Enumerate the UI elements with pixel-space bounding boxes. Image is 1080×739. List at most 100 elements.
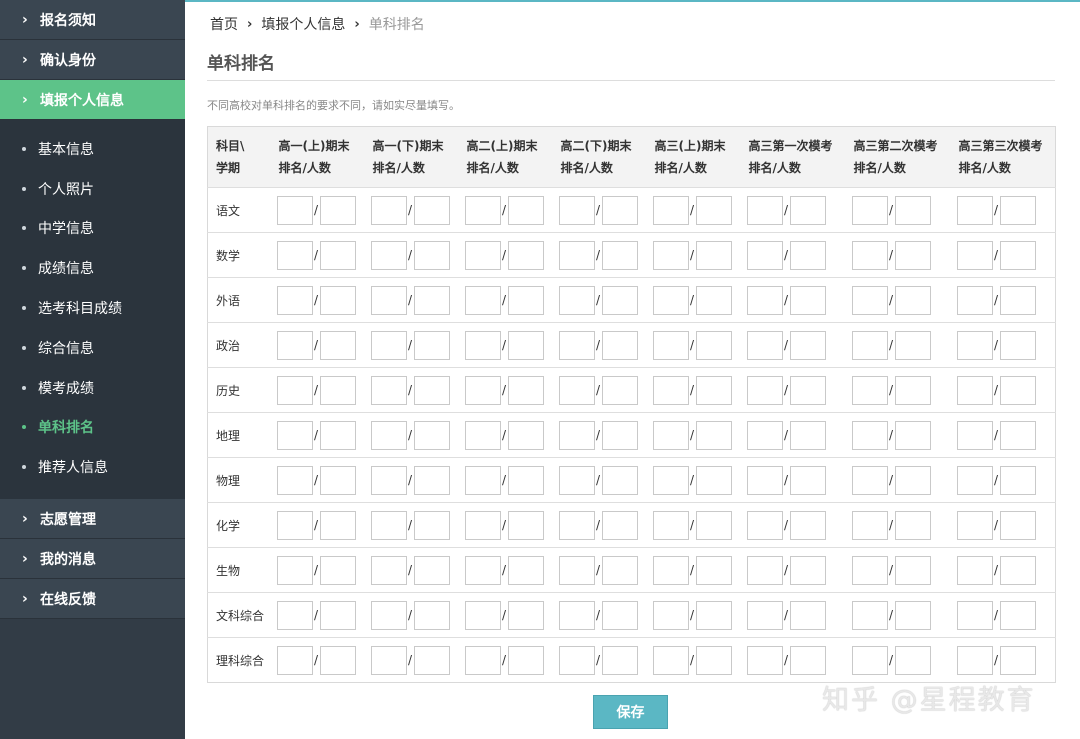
rank-input[interactable] xyxy=(652,420,689,450)
count-input[interactable] xyxy=(999,510,1036,540)
rank-input[interactable] xyxy=(746,555,783,585)
count-input[interactable] xyxy=(999,420,1036,450)
breadcrumb-section[interactable]: 填报个人信息 xyxy=(261,14,345,34)
count-input[interactable] xyxy=(999,330,1036,360)
count-input[interactable] xyxy=(999,240,1036,270)
rank-input[interactable] xyxy=(464,240,501,270)
rank-input[interactable] xyxy=(276,285,313,315)
count-input[interactable] xyxy=(319,465,356,495)
count-input[interactable] xyxy=(695,510,732,540)
rank-input[interactable] xyxy=(652,195,689,225)
count-input[interactable] xyxy=(413,330,450,360)
rank-input[interactable] xyxy=(956,330,993,360)
rank-input[interactable] xyxy=(746,195,783,225)
count-input[interactable] xyxy=(507,375,544,405)
count-input[interactable] xyxy=(319,195,356,225)
rank-input[interactable] xyxy=(276,195,313,225)
breadcrumb-home[interactable]: 首页 xyxy=(210,14,238,34)
count-input[interactable] xyxy=(999,375,1036,405)
count-input[interactable] xyxy=(999,195,1036,225)
sidebar-item-填报个人信息[interactable]: › 填报个人信息 xyxy=(0,80,185,120)
rank-input[interactable] xyxy=(370,195,407,225)
count-input[interactable] xyxy=(319,240,356,270)
count-input[interactable] xyxy=(695,330,732,360)
count-input[interactable] xyxy=(789,375,826,405)
rank-input[interactable] xyxy=(652,375,689,405)
count-input[interactable] xyxy=(695,645,732,675)
rank-input[interactable] xyxy=(276,555,313,585)
count-input[interactable] xyxy=(894,330,931,360)
count-input[interactable] xyxy=(601,285,638,315)
count-input[interactable] xyxy=(894,420,931,450)
rank-input[interactable] xyxy=(652,285,689,315)
rank-input[interactable] xyxy=(276,240,313,270)
count-input[interactable] xyxy=(319,420,356,450)
rank-input[interactable] xyxy=(370,600,407,630)
count-input[interactable] xyxy=(601,600,638,630)
count-input[interactable] xyxy=(789,510,826,540)
rank-input[interactable] xyxy=(558,375,595,405)
count-input[interactable] xyxy=(894,195,931,225)
rank-input[interactable] xyxy=(276,375,313,405)
rank-input[interactable] xyxy=(464,555,501,585)
submenu-item-基本信息[interactable]: 基本信息 xyxy=(0,129,185,169)
rank-input[interactable] xyxy=(652,240,689,270)
count-input[interactable] xyxy=(601,330,638,360)
count-input[interactable] xyxy=(507,240,544,270)
count-input[interactable] xyxy=(507,330,544,360)
rank-input[interactable] xyxy=(464,465,501,495)
rank-input[interactable] xyxy=(746,375,783,405)
count-input[interactable] xyxy=(601,240,638,270)
count-input[interactable] xyxy=(601,555,638,585)
count-input[interactable] xyxy=(695,240,732,270)
count-input[interactable] xyxy=(894,240,931,270)
rank-input[interactable] xyxy=(370,285,407,315)
count-input[interactable] xyxy=(999,285,1036,315)
rank-input[interactable] xyxy=(956,240,993,270)
rank-input[interactable] xyxy=(652,645,689,675)
rank-input[interactable] xyxy=(851,510,888,540)
rank-input[interactable] xyxy=(370,645,407,675)
rank-input[interactable] xyxy=(956,645,993,675)
rank-input[interactable] xyxy=(276,420,313,450)
submenu-item-成绩信息[interactable]: 成绩信息 xyxy=(0,248,185,288)
rank-input[interactable] xyxy=(746,645,783,675)
save-button[interactable]: 保存 xyxy=(593,695,668,729)
count-input[interactable] xyxy=(601,195,638,225)
count-input[interactable] xyxy=(413,375,450,405)
count-input[interactable] xyxy=(601,510,638,540)
submenu-item-中学信息[interactable]: 中学信息 xyxy=(0,209,185,249)
count-input[interactable] xyxy=(894,645,931,675)
rank-input[interactable] xyxy=(464,420,501,450)
count-input[interactable] xyxy=(413,645,450,675)
count-input[interactable] xyxy=(413,420,450,450)
rank-input[interactable] xyxy=(558,195,595,225)
count-input[interactable] xyxy=(695,195,732,225)
rank-input[interactable] xyxy=(558,240,595,270)
count-input[interactable] xyxy=(695,285,732,315)
count-input[interactable] xyxy=(695,465,732,495)
rank-input[interactable] xyxy=(464,645,501,675)
count-input[interactable] xyxy=(894,465,931,495)
rank-input[interactable] xyxy=(746,330,783,360)
rank-input[interactable] xyxy=(851,285,888,315)
rank-input[interactable] xyxy=(558,555,595,585)
rank-input[interactable] xyxy=(652,330,689,360)
rank-input[interactable] xyxy=(746,240,783,270)
rank-input[interactable] xyxy=(746,510,783,540)
count-input[interactable] xyxy=(319,330,356,360)
count-input[interactable] xyxy=(789,465,826,495)
rank-input[interactable] xyxy=(558,645,595,675)
count-input[interactable] xyxy=(999,600,1036,630)
rank-input[interactable] xyxy=(956,195,993,225)
rank-input[interactable] xyxy=(464,285,501,315)
rank-input[interactable] xyxy=(276,645,313,675)
sidebar-item-确认身份[interactable]: › 确认身份 xyxy=(0,40,185,80)
count-input[interactable] xyxy=(507,285,544,315)
submenu-item-推荐人信息[interactable]: 推荐人信息 xyxy=(0,447,185,487)
rank-input[interactable] xyxy=(746,285,783,315)
rank-input[interactable] xyxy=(746,420,783,450)
rank-input[interactable] xyxy=(558,510,595,540)
rank-input[interactable] xyxy=(652,465,689,495)
rank-input[interactable] xyxy=(851,465,888,495)
